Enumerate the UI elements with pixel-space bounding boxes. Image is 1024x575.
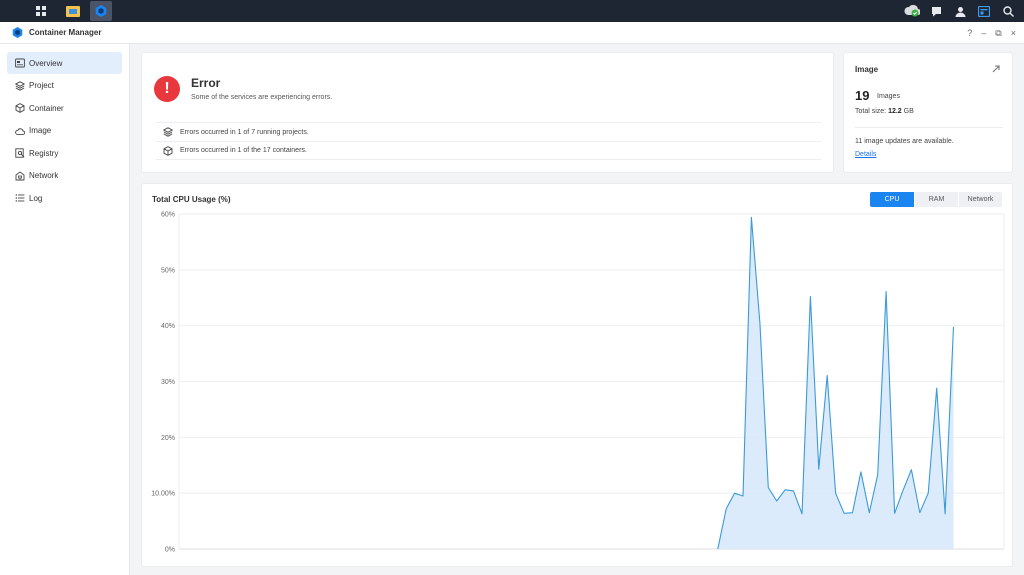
sidebar-item-container[interactable]: Container <box>7 97 122 119</box>
sidebar-item-project[interactable]: Project <box>7 75 122 97</box>
log-icon <box>15 194 25 202</box>
sidebar-item-overview[interactable]: Overview <box>7 52 122 74</box>
y-tick-label: 10.00% <box>151 491 175 498</box>
y-tick-label: 50% <box>161 267 175 274</box>
image-count-label: Images <box>877 93 900 100</box>
cpu-usage-card: 60% 50% 40% 30% 20% 10.00% 0% Total CPU Usage … <box>141 183 1013 567</box>
sidebar-item-label: Project <box>29 81 54 90</box>
error-row-text: Errors occurred in 1 of 7 running projec… <box>180 128 309 136</box>
image-total-size: Total size: 12.2 GB <box>855 108 914 115</box>
metric-tabs: CPU RAM Network <box>870 192 1002 207</box>
sidebar-item-label: Registry <box>29 148 59 158</box>
window-title: Container Manager <box>29 28 102 37</box>
error-card: ! Error Some of the services are experie… <box>141 52 834 173</box>
overview-icon <box>15 58 25 68</box>
search-icon[interactable] <box>998 0 1018 22</box>
container-icon <box>15 103 25 113</box>
tab-cpu[interactable]: CPU <box>870 192 914 207</box>
image-updates-text: 11 image updates are available. <box>855 138 954 145</box>
registry-icon <box>15 148 25 158</box>
sidebar-item-label: Overview <box>29 58 63 68</box>
cpu-usage-chart: 60% 50% 40% 30% 20% 10.00% 0% <box>151 212 1005 554</box>
container-manager-logo-icon <box>12 27 23 38</box>
error-row-containers[interactable]: Errors occurred in 1 of the 17 container… <box>156 141 821 160</box>
sidebar-item-label: Log <box>29 193 43 203</box>
y-tick-label: 0% <box>165 547 175 554</box>
help-button[interactable]: ? <box>967 28 972 38</box>
taskbar <box>0 0 1024 22</box>
restore-button[interactable]: ⧉ <box>995 28 1001 39</box>
file-station-icon[interactable] <box>62 1 84 21</box>
minimize-button[interactable]: – <box>981 28 986 38</box>
y-tick-label: 60% <box>161 212 175 219</box>
project-icon <box>163 127 173 137</box>
error-row-projects[interactable]: Errors occurred in 1 of 7 running projec… <box>156 122 821 141</box>
cloud-icon <box>15 127 25 135</box>
size-value: 12.2 <box>888 108 902 115</box>
error-title: Error <box>191 76 221 90</box>
image-count: 19 <box>855 88 870 103</box>
tab-ram[interactable]: RAM <box>914 192 958 207</box>
tab-network[interactable]: Network <box>958 192 1002 207</box>
image-card: Image 19 Images Total size: 12.2 GB 11 i… <box>843 52 1013 173</box>
image-card-title: Image <box>855 65 879 74</box>
y-tick-label: 40% <box>161 323 175 330</box>
sidebar-item-label: Network <box>29 171 59 180</box>
sidebar-item-registry[interactable]: Registry <box>7 142 122 164</box>
sidebar: Overview Project Container Image Registr… <box>0 44 130 575</box>
sidebar-item-image[interactable]: Image <box>7 120 122 142</box>
project-icon <box>15 80 25 91</box>
details-link[interactable]: Details <box>855 151 876 158</box>
main-menu-icon[interactable] <box>26 0 56 22</box>
y-tick-label: 20% <box>161 435 175 442</box>
close-button[interactable]: × <box>1011 28 1016 38</box>
expand-arrow-icon[interactable] <box>992 65 1000 73</box>
sync-status-icon[interactable] <box>902 0 922 22</box>
widgets-icon[interactable] <box>974 0 994 22</box>
size-label: Total size: <box>855 108 887 115</box>
sidebar-item-label: Container <box>29 103 64 113</box>
size-unit: GB <box>903 108 914 115</box>
user-icon[interactable] <box>950 0 970 22</box>
error-subtitle: Some of the services are experiencing er… <box>191 94 333 101</box>
chat-icon[interactable] <box>926 0 946 22</box>
y-tick-label: 30% <box>161 379 175 386</box>
cpu-usage-area <box>717 217 954 549</box>
sidebar-item-label: Image <box>29 126 52 135</box>
error-row-text: Errors occurred in 1 of the 17 container… <box>180 147 307 154</box>
divider <box>855 127 1003 128</box>
container-manager-taskbar-icon[interactable] <box>90 1 112 21</box>
chart-title: Total CPU Usage (%) <box>152 195 231 204</box>
sidebar-item-log[interactable]: Log <box>7 187 122 209</box>
window-titlebar: Container Manager ? – ⧉ × <box>0 22 1024 44</box>
network-icon <box>15 170 25 180</box>
container-icon <box>163 145 173 156</box>
error-icon: ! <box>154 76 180 102</box>
sidebar-item-network[interactable]: Network <box>7 165 122 187</box>
